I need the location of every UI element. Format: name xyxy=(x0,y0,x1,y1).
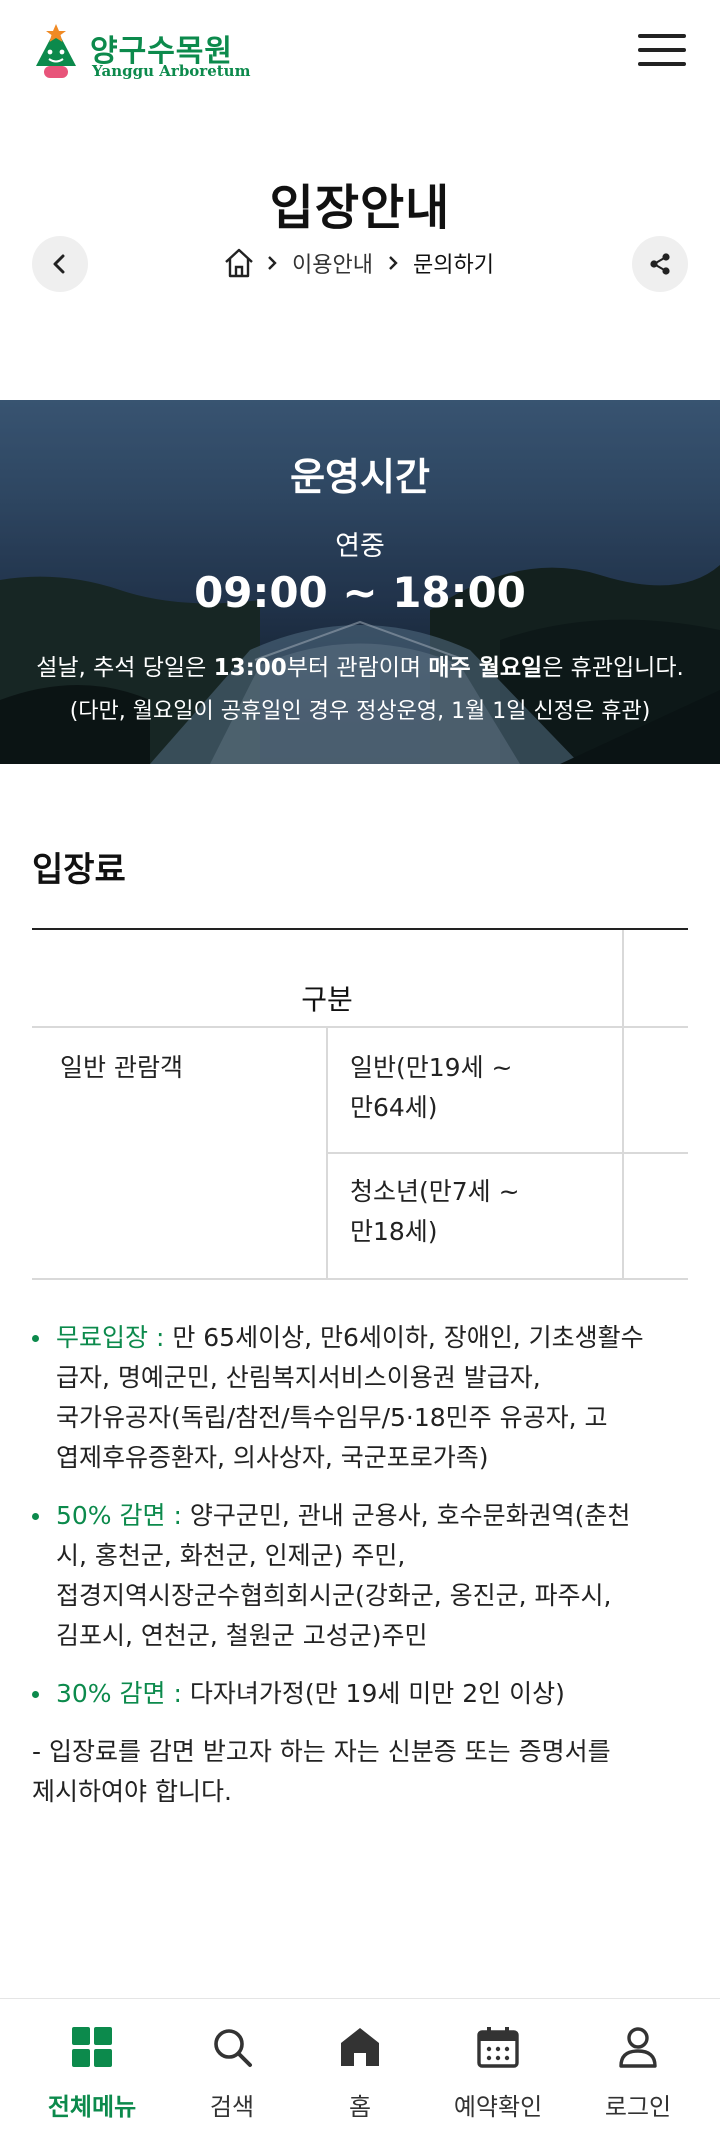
bottom-navigation: 전체메뉴 검색 홈 예약확인 로그인 xyxy=(0,1998,720,2142)
table-divider xyxy=(328,1152,688,1154)
menu-icon[interactable] xyxy=(638,30,688,70)
nav-search[interactable]: 검색 xyxy=(160,1999,304,2142)
bullet-icon xyxy=(32,1335,39,1342)
banner-subtitle: 연중 xyxy=(335,531,385,562)
table-divider xyxy=(32,1026,688,1028)
holiday-exception-note: (다만, 월요일이 공휴일인 경우 정상운영, 1월 1일 신정은 휴관) xyxy=(69,699,651,724)
site-header: 양구수목원 Yanggu Arboretum xyxy=(0,0,720,110)
operating-hours-banner: 운영시간 연중 09:00 ~ 18:00 설날, 추석 당일은 13:00부터… xyxy=(0,400,720,764)
banner-title: 운영시간 xyxy=(290,455,430,499)
logo-english-text: Yanggu Arboretum xyxy=(92,62,251,80)
table-top-border xyxy=(32,928,688,930)
half-discount-label: 50% 감면 : xyxy=(56,1501,182,1530)
nav-home[interactable]: 홈 xyxy=(288,1999,432,2142)
share-icon xyxy=(650,253,670,275)
table-divider xyxy=(622,930,624,1280)
chevron-right-icon xyxy=(268,256,277,270)
calendar-icon xyxy=(477,2027,519,2068)
bullet-icon xyxy=(32,1691,39,1698)
discount-footnote: - 입장료를 감면 받고자 하는 자는 신분증 또는 증명서를 제시하여야 합니… xyxy=(32,1737,611,1806)
holiday-note: 설날, 추석 당일은 13:00부터 관람이며 매주 월요일은 휴관입니다. xyxy=(36,655,684,681)
bullet-icon xyxy=(32,1513,39,1520)
breadcrumb-item-usage-guide[interactable]: 이용안내 xyxy=(288,247,377,279)
home-icon xyxy=(341,2028,379,2066)
table-row-adult: 일반(만19세 ~ 만64세) xyxy=(350,1053,513,1122)
breadcrumb-item-inquiry[interactable]: 문의하기 xyxy=(409,247,498,279)
tree-logo-icon xyxy=(36,24,76,78)
nav-reservation-check[interactable]: 예약확인 xyxy=(426,1999,570,2142)
admission-fee-table: 구분 일반 관람객 일반(만19세 ~ 만64세) 청소년(만7세 ~ 만18세… xyxy=(32,928,688,1280)
discount-notes: 무료입장 : 만 65세이상, 만6세이하, 장애인, 기초생활수 급자, 명예… xyxy=(32,1318,692,1812)
nav-all-menu[interactable]: 전체메뉴 xyxy=(20,1999,164,2142)
table-header-category: 구분 xyxy=(301,983,353,1016)
admission-section-title: 입장료 xyxy=(32,850,126,890)
table-cell-group: 일반 관람객 xyxy=(60,1053,183,1082)
home-icon[interactable] xyxy=(222,246,256,280)
operating-time: 09:00 ~ 18:00 xyxy=(194,568,526,617)
list-item: 50% 감면 : 양구군민, 관내 군용사, 호수문화권역(춘천 시, 홍천군,… xyxy=(32,1496,692,1656)
grid-icon xyxy=(72,2027,112,2067)
free-entry-label: 무료입장 : xyxy=(56,1323,165,1352)
user-icon xyxy=(619,2027,657,2068)
list-item: 30% 감면 : 다자녀가정(만 19세 미만 2인 이상) xyxy=(32,1674,692,1714)
page-title: 입장안내 xyxy=(269,180,451,236)
table-divider xyxy=(32,1278,688,1280)
logo[interactable]: 양구수목원 Yanggu Arboretum xyxy=(30,22,250,84)
chevron-right-icon xyxy=(389,256,398,270)
share-button[interactable] xyxy=(632,236,688,292)
search-icon xyxy=(214,2029,252,2067)
nav-login[interactable]: 로그인 xyxy=(566,1999,710,2142)
breadcrumb: 이용안내 문의하기 xyxy=(0,246,720,280)
list-item: 무료입장 : 만 65세이상, 만6세이하, 장애인, 기초생활수 급자, 명예… xyxy=(32,1318,692,1478)
thirty-discount-label: 30% 감면 : xyxy=(56,1679,182,1708)
table-row-youth: 청소년(만7세 ~ 만18세) xyxy=(350,1177,520,1246)
